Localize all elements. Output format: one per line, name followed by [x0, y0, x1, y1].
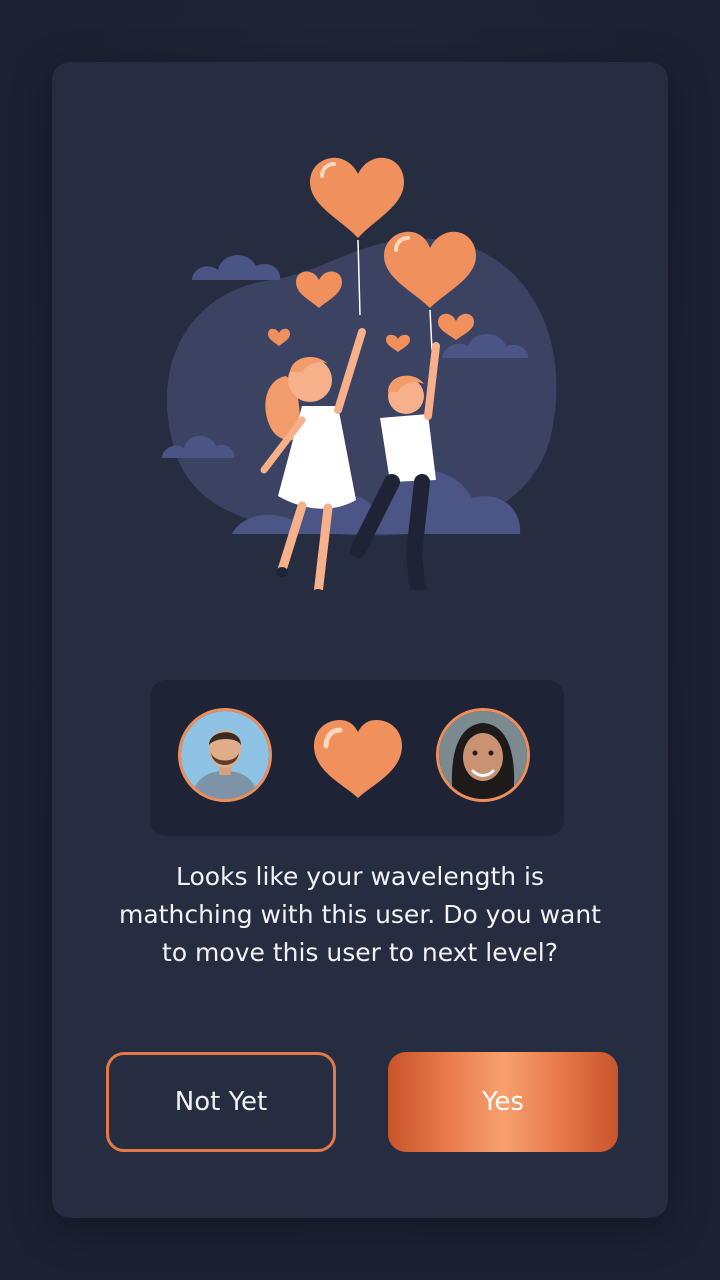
woman-avatar-icon — [439, 711, 527, 799]
not-yet-button[interactable]: Not Yet — [106, 1052, 336, 1152]
man-avatar-icon — [181, 711, 269, 799]
yes-button[interactable]: Yes — [388, 1052, 618, 1152]
message-line: Looks like your wavelength is — [175, 862, 545, 891]
user-avatar-woman[interactable] — [436, 708, 530, 802]
match-message: Looks like your wavelength is mathching … — [92, 858, 628, 972]
not-yet-button-label: Not Yet — [174, 1087, 268, 1117]
user-avatar-man[interactable] — [178, 708, 272, 802]
match-panel — [150, 680, 564, 836]
couple-balloons-illustration — [162, 157, 557, 590]
message-line: mathching with this user. Do you want — [119, 900, 601, 929]
heart-icon — [314, 720, 402, 798]
match-dialog: Looks like your wavelength is mathching … — [52, 62, 668, 1218]
message-line: to move this user to next level? — [162, 938, 558, 967]
yes-button-label: Yes — [482, 1087, 524, 1117]
